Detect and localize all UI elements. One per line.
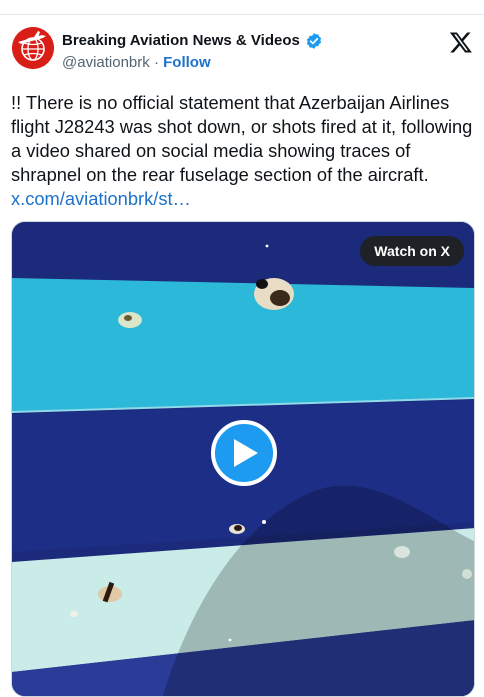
- tweet-embed: Breaking Aviation News & Videos @aviatio…: [0, 15, 484, 697]
- separator-dot: ·: [149, 54, 164, 71]
- verified-badge-icon: [306, 33, 322, 49]
- author-handle[interactable]: @aviationbrk: [62, 54, 150, 71]
- play-button[interactable]: [211, 420, 277, 486]
- video-player[interactable]: Watch on X: [11, 221, 475, 697]
- x-logo-icon[interactable]: [449, 30, 473, 54]
- follow-button[interactable]: Follow: [163, 54, 211, 71]
- cropped-header-text: [0, 0, 484, 6]
- tweet-text: !! There is no official statement that A…: [11, 91, 475, 211]
- author-name[interactable]: Breaking Aviation News & Videos: [62, 32, 300, 50]
- globe-airplane-logo-icon: [12, 27, 54, 69]
- play-icon: [234, 439, 258, 467]
- handle-row: @aviationbrk · Follow: [62, 54, 211, 72]
- tweet-link[interactable]: x.com/aviationbrk/st…: [11, 188, 191, 209]
- avatar[interactable]: [12, 27, 54, 69]
- tweet-body: !! There is no official statement that A…: [11, 92, 473, 185]
- watch-on-x-button[interactable]: Watch on X: [360, 236, 464, 266]
